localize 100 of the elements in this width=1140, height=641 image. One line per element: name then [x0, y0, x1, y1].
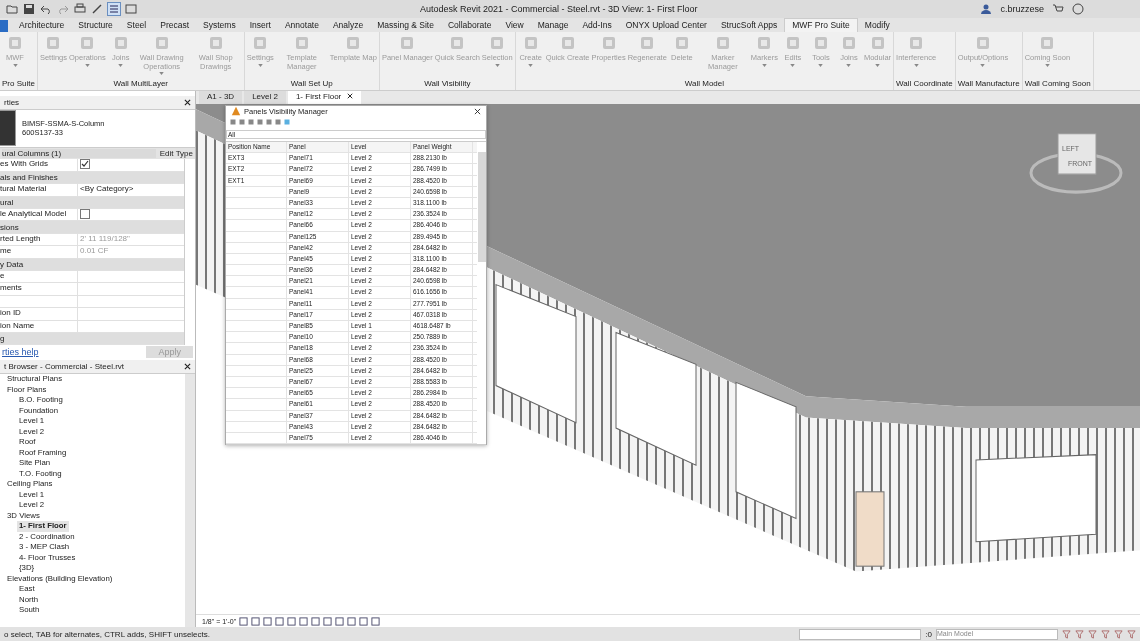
- ribbon-tab[interactable]: Steel: [119, 19, 154, 32]
- ribbon-tab[interactable]: Structure: [71, 19, 120, 32]
- ribbon-tab[interactable]: ONYX Upload Center: [618, 19, 714, 32]
- user-name[interactable]: c.bruzzese: [1000, 4, 1044, 14]
- undo-icon[interactable]: [40, 3, 52, 15]
- ribbon-tab[interactable]: Manage: [530, 19, 576, 32]
- square-icon: [714, 35, 731, 51]
- property-label: me: [0, 246, 78, 258]
- group-header[interactable]: sions: [0, 221, 184, 234]
- caret-icon: [846, 63, 852, 67]
- checkbox[interactable]: [80, 159, 90, 170]
- square-icon: [840, 35, 857, 51]
- ribbon-tab[interactable]: Collaborate: [440, 19, 499, 32]
- property-value[interactable]: <By Category>: [78, 184, 184, 196]
- edit-type-button[interactable]: Edit Type: [159, 148, 193, 159]
- square-icon: [345, 35, 362, 51]
- panel-title: rties: [4, 97, 20, 107]
- close-icon[interactable]: [184, 98, 191, 106]
- ribbon-tab[interactable]: Annotate: [277, 19, 326, 32]
- ribbon-tab[interactable]: Analyze: [325, 19, 371, 32]
- help-link[interactable]: rties help: [2, 346, 39, 357]
- property-label: es With Grids: [0, 159, 78, 171]
- square-icon: [112, 35, 129, 51]
- square-icon: [399, 35, 416, 51]
- ribbon-tab[interactable]: Insert: [242, 19, 278, 32]
- square-icon: [153, 35, 170, 51]
- caret-icon: [761, 63, 767, 67]
- property-label: ion ID: [0, 308, 78, 320]
- filter-dropdown[interactable]: ural Columns (1): [2, 148, 156, 159]
- caret-icon: [913, 63, 919, 67]
- ribbon-tab[interactable]: Massing & Site: [370, 19, 441, 32]
- window-icon[interactable]: [125, 3, 137, 15]
- ribbon-tab[interactable]: Add-Ins: [575, 19, 619, 32]
- square-icon: [1039, 35, 1056, 51]
- square-icon: [812, 35, 829, 51]
- square-icon: [7, 35, 23, 51]
- square-icon: [522, 35, 539, 51]
- ribbon-tab[interactable]: Precast: [153, 19, 197, 32]
- square-icon: [252, 35, 269, 51]
- square-icon: [79, 35, 96, 51]
- caret-icon: [494, 63, 500, 67]
- close-icon[interactable]: [184, 363, 191, 370]
- ribbon-group-label: Wall Visibility: [423, 78, 472, 90]
- property-label: e: [0, 271, 78, 283]
- caret-icon: [528, 63, 534, 67]
- square-icon: [449, 35, 466, 51]
- square-icon: [45, 35, 62, 51]
- scrollbar[interactable]: [478, 152, 486, 262]
- ribbon-group-label: Wall Coordinate: [896, 78, 953, 90]
- type-thumbnail: [0, 110, 16, 147]
- caret-icon: [875, 63, 880, 67]
- print-icon[interactable]: [74, 3, 86, 15]
- document-tab[interactable]: Level 2: [244, 91, 286, 104]
- caret-icon: [818, 63, 824, 67]
- property-label: ments: [0, 283, 78, 295]
- square-icon: [639, 35, 656, 51]
- square-icon: [559, 35, 576, 51]
- ribbon-group-label: Wall MultiLayer: [112, 78, 169, 90]
- window-title: Autodesk Revit 2021 - Commercial - Steel.rvt - 3D View: 1- First Floor: [419, 4, 699, 14]
- panel-title: t Browser - Commercial - Steel.rvt: [4, 362, 125, 371]
- workset-dropdown[interactable]: [799, 628, 922, 640]
- list-icon[interactable]: [108, 3, 120, 15]
- ribbon-tab[interactable]: StrucSoft Apps: [713, 19, 785, 32]
- square-icon: [784, 35, 801, 51]
- status-message: o select, TAB for alternates, CTRL adds, SHIFT unselects.: [4, 629, 210, 639]
- close-icon[interactable]: [347, 93, 354, 99]
- close-icon[interactable]: [474, 107, 481, 115]
- ribbon-group-label: Pro Suite: [2, 78, 35, 90]
- triangle-logo-icon: [231, 106, 241, 116]
- property-label: le Analytical Model: [0, 209, 78, 221]
- checkbox[interactable]: [80, 209, 90, 220]
- cart-icon[interactable]: [1052, 3, 1064, 15]
- square-icon: [489, 35, 506, 51]
- caret-icon: [84, 63, 90, 67]
- save-icon[interactable]: [23, 3, 35, 15]
- help-icon[interactable]: [1072, 3, 1084, 15]
- square-icon: [600, 35, 617, 51]
- caret-icon: [12, 63, 18, 67]
- open-folder-icon[interactable]: [6, 3, 18, 15]
- property-label: ion Name: [0, 320, 78, 332]
- ribbon-tab[interactable]: View: [498, 19, 531, 32]
- measure-icon[interactable]: [91, 3, 103, 15]
- ribbon-tab[interactable]: Modify: [857, 19, 897, 32]
- caret-icon: [790, 63, 796, 67]
- document-tab[interactable]: 1- First Floor: [287, 91, 362, 104]
- ribbon-tab[interactable]: MWF Pro Suite: [784, 18, 858, 32]
- ribbon-group-label: Wall Coming Soon: [1024, 78, 1091, 90]
- ribbon-tab[interactable]: Systems: [196, 19, 243, 32]
- square-icon: [673, 35, 690, 51]
- redo-icon[interactable]: [57, 3, 69, 15]
- square-icon: [207, 35, 224, 51]
- ribbon-group-label: Wall Set Up: [289, 78, 334, 90]
- user-icon: [980, 3, 993, 15]
- ribbon-group-label: Wall Manufacture: [957, 78, 1020, 90]
- caret-icon: [1044, 63, 1050, 67]
- document-tab[interactable]: A1 - 3D: [199, 91, 243, 104]
- ribbon-tab[interactable]: Architecture: [12, 19, 72, 32]
- square-icon: [974, 35, 991, 51]
- property-label: rted Length: [0, 233, 78, 246]
- square-icon: [293, 35, 310, 51]
